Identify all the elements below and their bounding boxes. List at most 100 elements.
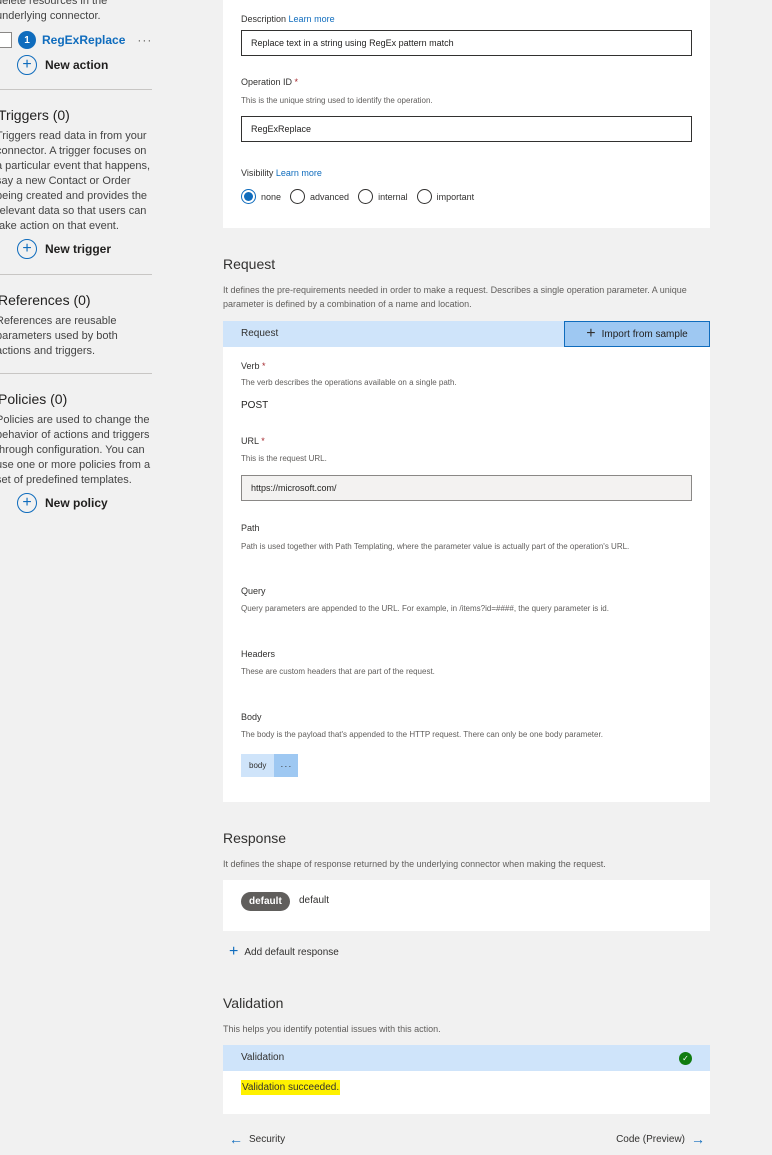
- import-from-sample-button[interactable]: + Import from sample: [564, 321, 710, 347]
- visibility-option-label: internal: [378, 191, 408, 202]
- request-section-description: It defines the pre-requirements needed i…: [223, 285, 687, 309]
- verb-label: Verb *: [241, 361, 266, 371]
- visibility-radio-important[interactable]: [416, 189, 432, 204]
- visibility-option-label: important: [436, 191, 475, 202]
- actions-description-line: delete resources in the: [0, 0, 108, 7]
- operation-id-hint: This is the unique string used to identi…: [241, 96, 433, 105]
- triggers-description-line: connector. A trigger focuses on: [0, 145, 147, 157]
- body-hint: The body is the payload that's appended …: [241, 730, 603, 739]
- validation-result-area: Validation succeeded.: [223, 1071, 710, 1114]
- policies-description-line: use one or more policies from a: [0, 459, 151, 471]
- previous-security-link[interactable]: ← Security: [229, 1132, 285, 1146]
- required-mark: *: [294, 77, 299, 87]
- add-default-response-button[interactable]: + Add default response: [229, 944, 339, 960]
- validation-status-text: Validation succeeded.: [241, 1080, 341, 1095]
- request-header-label: Request: [241, 328, 279, 339]
- new-trigger-button[interactable]: + New trigger: [17, 239, 111, 259]
- plus-circle-icon: +: [17, 55, 37, 75]
- policies-description-line: through configuration. You can: [0, 444, 145, 456]
- body-parameter-chip[interactable]: body ···: [241, 754, 299, 777]
- visibility-option-label: none: [261, 191, 282, 202]
- request-card: Request + Import from sample Verb * The …: [223, 321, 710, 802]
- more-options-icon[interactable]: ···: [137, 33, 152, 47]
- sidebar-divider: [0, 373, 152, 374]
- triggers-description-line: Triggers read data in from your: [0, 130, 147, 142]
- visibility-radio-advanced[interactable]: [290, 189, 306, 204]
- request-section-title: Request: [223, 256, 276, 272]
- operation-id-input[interactable]: RegExReplace: [241, 116, 692, 142]
- plus-circle-icon: +: [17, 493, 37, 513]
- triggers-description-line: being created and provides the: [0, 190, 148, 202]
- query-label: Query: [241, 586, 266, 596]
- triggers-description-line: say a new Contact or Order: [0, 175, 131, 187]
- sidebar-divider: [0, 274, 152, 275]
- policies-description-line: Policies are used to change the: [0, 414, 150, 426]
- response-section-description: It defines the shape of response returne…: [223, 859, 606, 869]
- visibility-radio-internal[interactable]: [358, 189, 374, 204]
- visibility-radio-none[interactable]: [241, 189, 256, 204]
- validation-header-bar: Validation ✓: [223, 1045, 710, 1071]
- references-description-line: References are reusable: [0, 315, 117, 327]
- sidebar: delete resources in the underlying conne…: [0, 0, 152, 1155]
- path-hint: Path is used together with Path Templati…: [241, 542, 630, 551]
- visibility-label: Visibility Learn more: [241, 168, 322, 178]
- plus-icon: +: [229, 943, 239, 960]
- response-card: default default: [223, 880, 710, 931]
- references-heading: References (0): [0, 292, 91, 308]
- path-label: Path: [241, 523, 260, 533]
- url-hint: This is the request URL.: [241, 454, 327, 463]
- visibility-radio-group: none advanced internal important: [241, 189, 483, 204]
- validation-card: Validation ✓ Validation succeeded.: [223, 1045, 710, 1114]
- request-header-bar: Request + Import from sample: [223, 321, 710, 347]
- new-action-button[interactable]: + New action: [17, 55, 108, 75]
- references-description-line: actions and triggers.: [0, 345, 96, 357]
- description-input[interactable]: Replace text in a string using RegEx pat…: [241, 30, 692, 56]
- import-from-sample-label: Import from sample: [601, 328, 688, 340]
- required-mark: *: [261, 436, 265, 446]
- verb-value: POST: [241, 400, 269, 411]
- triggers-description-line: a particular event that happens,: [0, 160, 151, 172]
- validation-section-description: This helps you identify potential issues…: [223, 1024, 441, 1034]
- triggers-description-line: relevant data so that users can: [0, 205, 147, 217]
- verb-hint: The verb describes the operations availa…: [241, 378, 457, 387]
- required-mark: *: [262, 361, 266, 371]
- url-label: URL *: [241, 436, 265, 446]
- policies-description-line: behavior of actions and triggers: [0, 429, 150, 441]
- action-checkbox[interactable]: [0, 32, 12, 48]
- success-check-icon: ✓: [679, 1052, 692, 1065]
- previous-label: Security: [249, 1133, 286, 1145]
- response-section-title: Response: [223, 830, 287, 846]
- actions-description-line: underlying connector.: [0, 10, 101, 22]
- policies-description-line: set of predefined templates.: [0, 474, 132, 486]
- arrow-left-icon: ←: [229, 1131, 243, 1147]
- visibility-learn-more-link[interactable]: Learn more: [276, 168, 322, 178]
- default-response-pill[interactable]: default: [241, 892, 290, 911]
- operation-id-label: Operation ID *: [241, 77, 299, 87]
- action-item-label[interactable]: RegExReplace: [42, 33, 125, 47]
- add-default-response-label: Add default response: [244, 946, 339, 958]
- new-action-label: New action: [45, 58, 109, 72]
- next-code-preview-link[interactable]: Code (Preview) →: [616, 1132, 705, 1146]
- headers-label: Headers: [241, 649, 276, 659]
- action-number-badge: 1: [18, 31, 36, 49]
- triggers-description-line: take action on that event.: [0, 220, 119, 232]
- default-response-label: default: [299, 895, 330, 906]
- sidebar-divider: [0, 89, 152, 90]
- action-item-regexreplace[interactable]: 1 RegExReplace ···: [0, 30, 152, 50]
- policies-heading: Policies (0): [0, 391, 68, 407]
- validation-section-title: Validation: [223, 995, 284, 1011]
- description-learn-more-link[interactable]: Learn more: [289, 14, 335, 24]
- new-policy-button[interactable]: + New policy: [17, 493, 108, 513]
- new-policy-label: New policy: [45, 496, 108, 510]
- more-options-icon[interactable]: ···: [274, 754, 299, 777]
- references-description-line: parameters used by both: [0, 330, 118, 342]
- query-hint: Query parameters are appended to the URL…: [241, 604, 609, 613]
- visibility-option-label: advanced: [310, 191, 350, 202]
- plus-icon: +: [586, 325, 596, 342]
- body-chip-label[interactable]: body: [241, 754, 275, 777]
- url-input[interactable]: https://microsoft.com/: [241, 475, 692, 501]
- general-card: Description Learn more Replace text in a…: [223, 0, 710, 228]
- body-label: Body: [241, 712, 262, 722]
- arrow-right-icon: →: [691, 1131, 705, 1147]
- description-label: Description Learn more: [241, 14, 335, 24]
